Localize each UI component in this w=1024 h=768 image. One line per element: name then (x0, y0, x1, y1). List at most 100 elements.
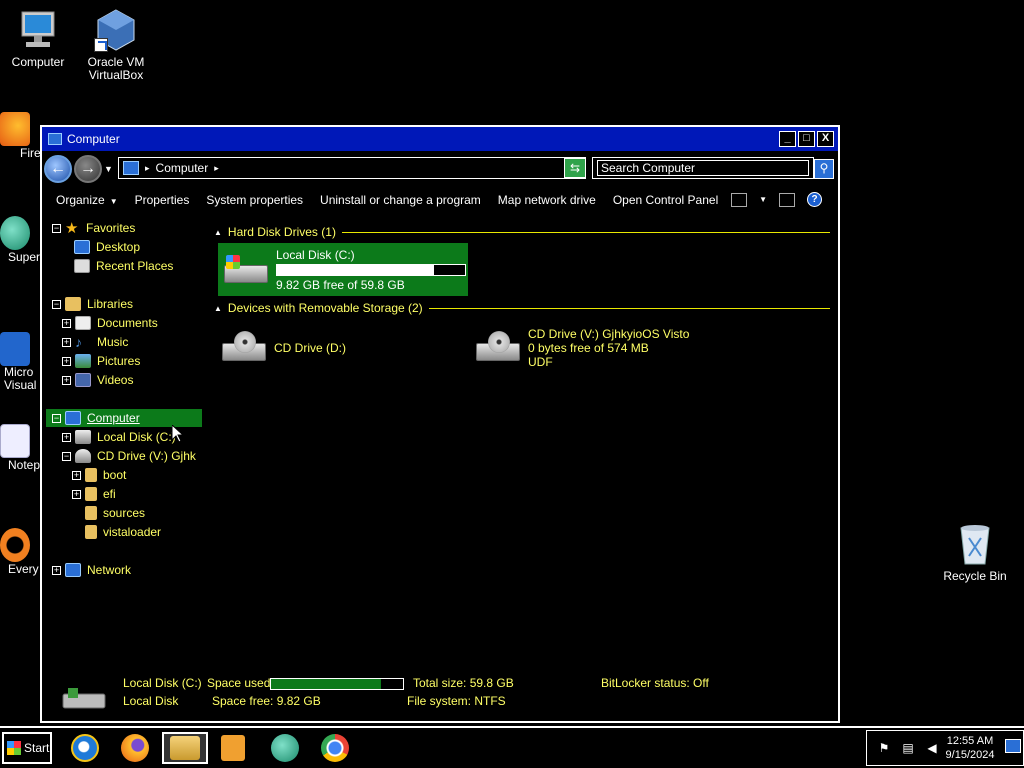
nav-folder-sources[interactable]: sources (85, 504, 145, 522)
windows-logo-icon (7, 741, 21, 755)
nav-network[interactable]: + Network (52, 561, 131, 579)
expand-icon[interactable]: + (52, 565, 61, 575)
desktop-icon-visual[interactable]: Micro Visual (0, 332, 44, 392)
breadcrumb-separator-icon[interactable]: ▸ (145, 163, 150, 174)
folder-icon (85, 487, 97, 501)
start-button[interactable]: Start (2, 732, 52, 764)
action-center-flag-icon[interactable]: ⚑ (877, 741, 891, 755)
title-bar[interactable]: Computer _ □ X (42, 127, 838, 151)
nav-favorites[interactable]: − ★ Favorites (52, 219, 135, 237)
nav-folder-vistaloader[interactable]: vistaloader (85, 523, 161, 541)
collapse-icon[interactable]: − (52, 413, 61, 423)
nav-recent-places[interactable]: Recent Places (74, 257, 173, 275)
preview-pane-icon[interactable] (779, 192, 795, 207)
clock-time: 12:55 AM (946, 735, 994, 747)
desktop-icon-firefox[interactable]: Fire (0, 112, 44, 160)
back-button[interactable]: ← (44, 155, 72, 183)
organize-label: Organize (56, 193, 105, 207)
search-input[interactable] (597, 160, 809, 176)
nav-desktop[interactable]: Desktop (74, 238, 140, 256)
nav-folder-boot[interactable]: + boot (72, 466, 126, 484)
group-header-hard-disk-drives[interactable]: ▲ Hard Disk Drives (1) (214, 225, 830, 239)
taskbar-firefox[interactable] (116, 732, 154, 764)
nav-local-disk[interactable]: + Local Disk (C:) (62, 428, 176, 446)
media-player-icon (221, 735, 245, 761)
clock[interactable]: 12:55 AM 9/15/2024 (941, 734, 999, 762)
nav-music[interactable]: + ♪ Music (62, 333, 128, 351)
help-icon[interactable]: ? (807, 192, 822, 207)
breadcrumb-computer[interactable]: Computer (156, 161, 209, 175)
recycle-bin-icon (953, 522, 997, 566)
nav-folder-efi[interactable]: + efi (72, 485, 116, 503)
recent-pages-dropdown-icon[interactable]: ▼ (104, 164, 114, 174)
collapse-icon[interactable]: − (62, 451, 71, 461)
organize-button[interactable]: Organize ▼ (56, 193, 118, 207)
computer-icon (65, 411, 81, 425)
close-button[interactable]: X (817, 131, 834, 147)
volume-muted-icon[interactable]: ◀ (925, 741, 939, 755)
view-options-dropdown-icon[interactable]: ▼ (759, 195, 767, 204)
nav-pictures[interactable]: + Pictures (62, 352, 140, 370)
nav-libraries[interactable]: − Libraries (52, 295, 133, 313)
collapse-icon[interactable]: − (52, 223, 61, 233)
notepad-icon (0, 424, 30, 458)
expand-icon[interactable]: + (62, 337, 71, 347)
group-header-removable-storage[interactable]: ▲ Devices with Removable Storage (2) (214, 301, 830, 315)
nav-label: vistaloader (103, 525, 162, 539)
command-bar: Organize ▼ Properties System properties U… (44, 187, 836, 213)
uninstall-program-button[interactable]: Uninstall or change a program (320, 193, 481, 207)
expand-icon[interactable]: + (62, 375, 71, 385)
address-bar[interactable]: ▸ Computer ▸ ▽ (118, 157, 586, 179)
minimize-button[interactable]: _ (779, 131, 796, 147)
desktop-icon-computer[interactable]: Computer (0, 8, 76, 69)
expand-icon[interactable]: + (62, 318, 71, 328)
expand-icon[interactable]: + (72, 470, 81, 480)
taskbar-internet-explorer[interactable] (66, 732, 104, 764)
breadcrumb-separator-icon[interactable]: ▸ (214, 163, 219, 174)
properties-button[interactable]: Properties (135, 193, 190, 207)
drive-tile-cd-drive-v[interactable]: CD Drive (V:) GjhkyioOS Visto 0 bytes fr… (474, 323, 754, 373)
nav-videos[interactable]: + Videos (62, 371, 133, 389)
map-network-drive-button[interactable]: Map network drive (498, 193, 596, 207)
taskbar-chrome[interactable] (316, 732, 354, 764)
open-control-panel-button[interactable]: Open Control Panel (613, 193, 718, 207)
search-box (592, 157, 814, 179)
drive-name: Local Disk (C:) (276, 247, 355, 262)
forward-button[interactable]: → (74, 155, 102, 183)
desktop-icon-super[interactable]: Super (0, 216, 44, 264)
desktop-icon-label: Super (8, 250, 41, 264)
refresh-button[interactable]: ⇆ (564, 158, 586, 178)
show-desktop-icon[interactable] (1005, 739, 1021, 753)
system-properties-button[interactable]: System properties (206, 193, 303, 207)
taskbar-media-player[interactable] (214, 732, 252, 764)
taskbar-file-explorer[interactable] (162, 732, 208, 764)
computer-icon (48, 133, 62, 145)
maximize-button[interactable]: □ (798, 131, 815, 147)
chevron-down-icon: ▼ (109, 197, 118, 206)
cd-drive-icon (75, 449, 91, 463)
taskbar-app[interactable] (266, 732, 304, 764)
drive-usage-bar (276, 263, 466, 276)
desktop-icon-label: Fire (20, 146, 41, 160)
expand-icon[interactable]: + (62, 356, 71, 366)
nav-cd-drive-v[interactable]: − CD Drive (V:) Gjhk (62, 447, 202, 465)
nav-documents[interactable]: + Documents (62, 314, 158, 332)
drive-tile-cd-drive-d[interactable]: CD Drive (D:) (220, 323, 420, 373)
desktop-icon-everything[interactable]: Every (0, 528, 44, 576)
details-bitlocker: BitLocker status: Off (601, 676, 709, 690)
drive-tile-local-disk-c[interactable]: Local Disk (C:) 9.82 GB free of 59.8 GB (218, 243, 468, 296)
change-view-icon[interactable] (731, 192, 748, 207)
expand-icon[interactable]: + (72, 489, 81, 499)
network-status-icon[interactable]: ▤ (901, 741, 915, 755)
collapse-group-icon[interactable]: ▲ (214, 304, 222, 313)
start-label: Start (24, 741, 50, 755)
group-title: Hard Disk Drives (1) (227, 225, 336, 239)
collapse-icon[interactable]: − (52, 299, 61, 309)
desktop-icon-recycle-bin[interactable]: Recycle Bin (937, 522, 1013, 583)
expand-icon[interactable]: + (62, 432, 71, 442)
collapse-group-icon[interactable]: ▲ (214, 228, 222, 237)
search-icon[interactable]: ⚲ (814, 159, 834, 179)
desktop-icon-notepad[interactable]: Notep (0, 424, 44, 472)
desktop-icon-virtualbox[interactable]: Oracle VM VirtualBox (78, 8, 154, 82)
drive-usage-fill (277, 264, 435, 275)
